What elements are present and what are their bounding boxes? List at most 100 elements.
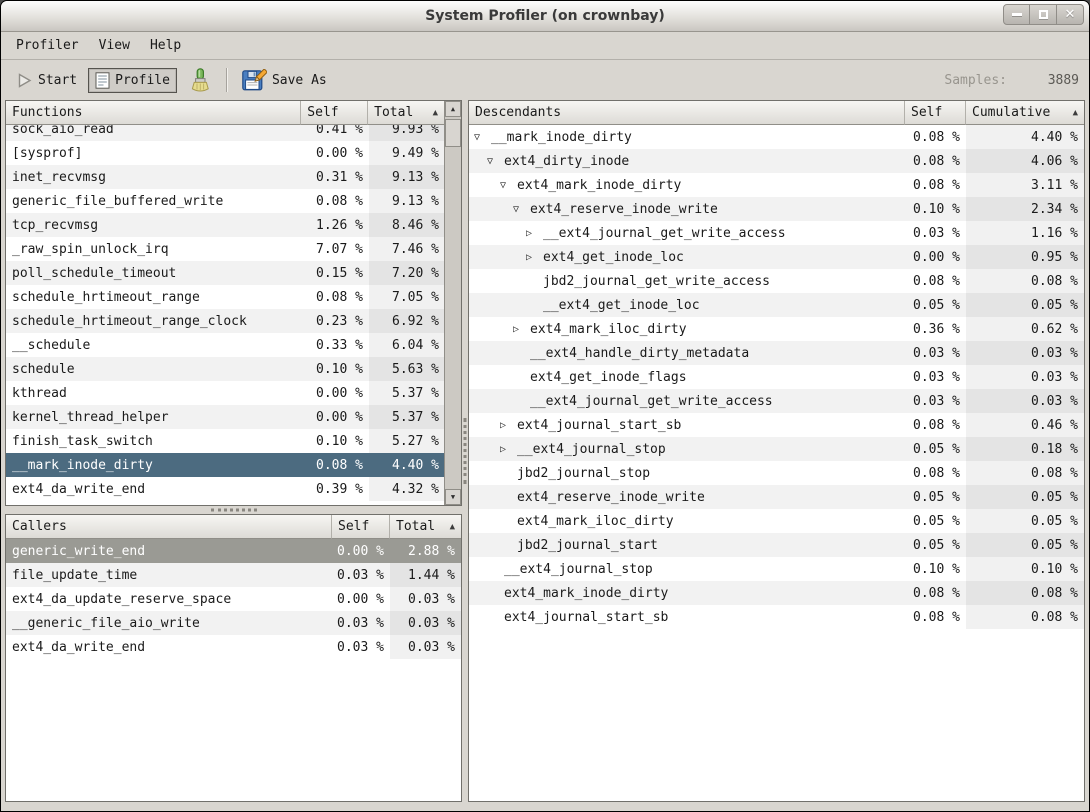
table-row[interactable]: inet_recvmsg0.31 %9.13 % [6, 165, 444, 189]
descendants-rows-viewport: ▽__mark_inode_dirty0.08 %4.40 %▽ext4_dir… [469, 125, 1084, 801]
function-name: ext4_mark_iloc_dirty [517, 514, 674, 529]
titlebar[interactable]: System Profiler (on crownbay) ✕ [1, 1, 1089, 32]
tree-row[interactable]: ▽__mark_inode_dirty0.08 %4.40 % [469, 125, 1084, 149]
tree-row[interactable]: ext4_get_inode_flags0.03 %0.03 % [469, 365, 1084, 389]
tree-row[interactable]: __ext4_get_inode_loc0.05 %0.05 % [469, 293, 1084, 317]
tree-row[interactable]: ▽ext4_mark_inode_dirty0.08 %3.11 % [469, 173, 1084, 197]
tree-row[interactable]: ext4_reserve_inode_write0.05 %0.05 % [469, 485, 1084, 509]
functions-header: Functions Self Total ▲ [6, 101, 444, 125]
expander-closed-icon[interactable]: ▷ [500, 444, 517, 455]
tree-row[interactable]: jbd2_journal_stop0.08 %0.08 % [469, 461, 1084, 485]
menu-profiler[interactable]: Profiler [6, 35, 89, 56]
functions-scrollbar[interactable]: ▲ ▼ [444, 101, 461, 505]
menu-help[interactable]: Help [140, 35, 191, 56]
table-row[interactable]: schedule_hrtimeout_range0.08 %7.05 % [6, 285, 444, 309]
start-button[interactable]: Start [9, 68, 84, 93]
scrollbar-thumb[interactable] [445, 119, 461, 147]
self-column-header[interactable]: Self [301, 101, 368, 125]
table-row[interactable]: ext4_da_update_reserve_space0.00 %0.03 % [6, 587, 461, 611]
table-row[interactable]: ext4_da_write_end0.03 %0.03 % [6, 635, 461, 659]
expander-closed-icon[interactable]: ▷ [526, 228, 543, 239]
expander-closed-icon[interactable]: ▷ [513, 324, 530, 335]
cumulative-column-header[interactable]: Cumulative ▲ [966, 101, 1084, 125]
table-row[interactable]: file_update_time0.03 %1.44 % [6, 563, 461, 587]
vertical-splitter[interactable] [462, 100, 468, 802]
expander-open-icon[interactable]: ▽ [474, 132, 491, 143]
table-row[interactable]: __schedule0.33 %6.04 % [6, 333, 444, 357]
reset-button[interactable] [181, 64, 218, 97]
table-row[interactable]: ext4_da_write_end0.39 %4.32 % [6, 477, 444, 501]
start-label: Start [38, 73, 77, 88]
tree-row[interactable]: ext4_journal_start_sb0.08 %0.08 % [469, 605, 1084, 629]
left-column: Functions Self Total ▲ sock_aio_read0.41… [5, 100, 462, 802]
tree-row[interactable]: ▷__ext4_journal_get_write_access0.03 %1.… [469, 221, 1084, 245]
minimize-button[interactable] [1003, 4, 1030, 25]
tree-row[interactable]: ▷__ext4_journal_stop0.05 %0.18 % [469, 437, 1084, 461]
tree-row[interactable]: __ext4_handle_dirty_metadata0.03 %0.03 % [469, 341, 1084, 365]
table-row[interactable]: kernel_thread_helper0.00 %5.37 % [6, 405, 444, 429]
expander-open-icon[interactable]: ▽ [513, 204, 530, 215]
profile-label: Profile [115, 73, 170, 88]
table-row[interactable]: [sysprof]0.00 %9.49 % [6, 141, 444, 165]
table-row[interactable]: finish_task_switch0.10 %5.27 % [6, 429, 444, 453]
scroll-down-icon[interactable]: ▼ [445, 489, 461, 505]
tree-row[interactable]: ext4_mark_iloc_dirty0.05 %0.05 % [469, 509, 1084, 533]
self-column-header[interactable]: Self [905, 101, 966, 125]
descendants-panel: Descendants Self Cumulative ▲ ▽__mark_in… [468, 100, 1085, 802]
functions-column-header[interactable]: Functions [6, 101, 301, 125]
tree-row[interactable]: ▷ext4_get_inode_loc0.00 %0.95 % [469, 245, 1084, 269]
table-row[interactable]: schedule_hrtimeout_range_clock0.23 %6.92… [6, 309, 444, 333]
tree-row[interactable]: ext4_mark_inode_dirty0.08 %0.08 % [469, 581, 1084, 605]
table-row[interactable]: schedule0.10 %5.63 % [6, 357, 444, 381]
tree-row[interactable]: ▷ext4_journal_start_sb0.08 %0.46 % [469, 413, 1084, 437]
callers-panel: Callers Self Total ▲ generic_write_end0.… [5, 514, 462, 802]
tree-row[interactable]: __ext4_journal_stop0.10 %0.10 % [469, 557, 1084, 581]
tree-row[interactable]: __ext4_journal_get_write_access0.03 %0.0… [469, 389, 1084, 413]
callers-column-header[interactable]: Callers [6, 515, 332, 539]
scroll-up-icon[interactable]: ▲ [445, 101, 461, 117]
table-row[interactable]: generic_write_end0.00 %2.88 % [6, 539, 461, 563]
window-bottom-edge [1, 802, 1089, 811]
table-row[interactable]: poll_schedule_timeout0.15 %7.20 % [6, 261, 444, 285]
tree-row[interactable]: jbd2_journal_start0.05 %0.05 % [469, 533, 1084, 557]
document-icon [95, 72, 110, 89]
function-name: ext4_mark_inode_dirty [517, 178, 681, 193]
play-icon [16, 72, 33, 89]
save-as-button[interactable]: Save As [235, 65, 334, 96]
tree-row[interactable]: ▷ext4_mark_iloc_dirty0.36 %0.62 % [469, 317, 1084, 341]
descendants-column-header[interactable]: Descendants [469, 101, 905, 125]
splitter-handle-icon [464, 418, 467, 484]
tree-row[interactable]: jbd2_journal_get_write_access0.08 %0.08 … [469, 269, 1084, 293]
maximize-button[interactable] [1030, 4, 1057, 25]
scrollbar-track[interactable] [445, 117, 461, 489]
expander-closed-icon[interactable]: ▷ [526, 252, 543, 263]
callers-rows-viewport: generic_write_end0.00 %2.88 %file_update… [6, 539, 461, 801]
self-column-header[interactable]: Self [332, 515, 390, 539]
tree-row[interactable]: ▽ext4_reserve_inode_write0.10 %2.34 % [469, 197, 1084, 221]
expander-open-icon[interactable]: ▽ [500, 180, 517, 191]
maximize-icon [1039, 10, 1048, 19]
table-row[interactable]: generic_file_buffered_write0.08 %9.13 % [6, 189, 444, 213]
total-column-header[interactable]: Total ▲ [390, 515, 461, 539]
save-as-icon [242, 69, 267, 92]
table-row[interactable]: __mark_inode_dirty0.08 %4.40 % [6, 453, 444, 477]
table-row[interactable]: __generic_file_aio_write0.03 %0.03 % [6, 611, 461, 635]
table-row[interactable]: sock_aio_read0.41 %9.93 % [6, 125, 444, 141]
total-column-header[interactable]: Total ▲ [368, 101, 444, 125]
menu-view[interactable]: View [89, 35, 140, 56]
close-button[interactable]: ✕ [1057, 4, 1084, 25]
descendants-header: Descendants Self Cumulative ▲ [469, 101, 1084, 125]
functions-rows-viewport: sock_aio_read0.41 %9.93 %[sysprof]0.00 %… [6, 125, 444, 505]
save-as-label: Save As [272, 73, 327, 88]
expander-closed-icon[interactable]: ▷ [500, 420, 517, 431]
table-row[interactable]: kthread0.00 %5.37 % [6, 381, 444, 405]
tree-row[interactable]: ▽ext4_dirty_inode0.08 %4.06 % [469, 149, 1084, 173]
sort-ascending-icon: ▲ [444, 522, 455, 532]
table-row[interactable]: tcp_recvmsg1.26 %8.46 % [6, 213, 444, 237]
expander-open-icon[interactable]: ▽ [487, 156, 504, 167]
function-name: __ext4_get_inode_loc [543, 298, 700, 313]
profile-toggle-button[interactable]: Profile [88, 68, 177, 93]
function-name: ext4_mark_inode_dirty [504, 586, 668, 601]
horizontal-splitter[interactable] [5, 506, 462, 514]
table-row[interactable]: _raw_spin_unlock_irq7.07 %7.46 % [6, 237, 444, 261]
